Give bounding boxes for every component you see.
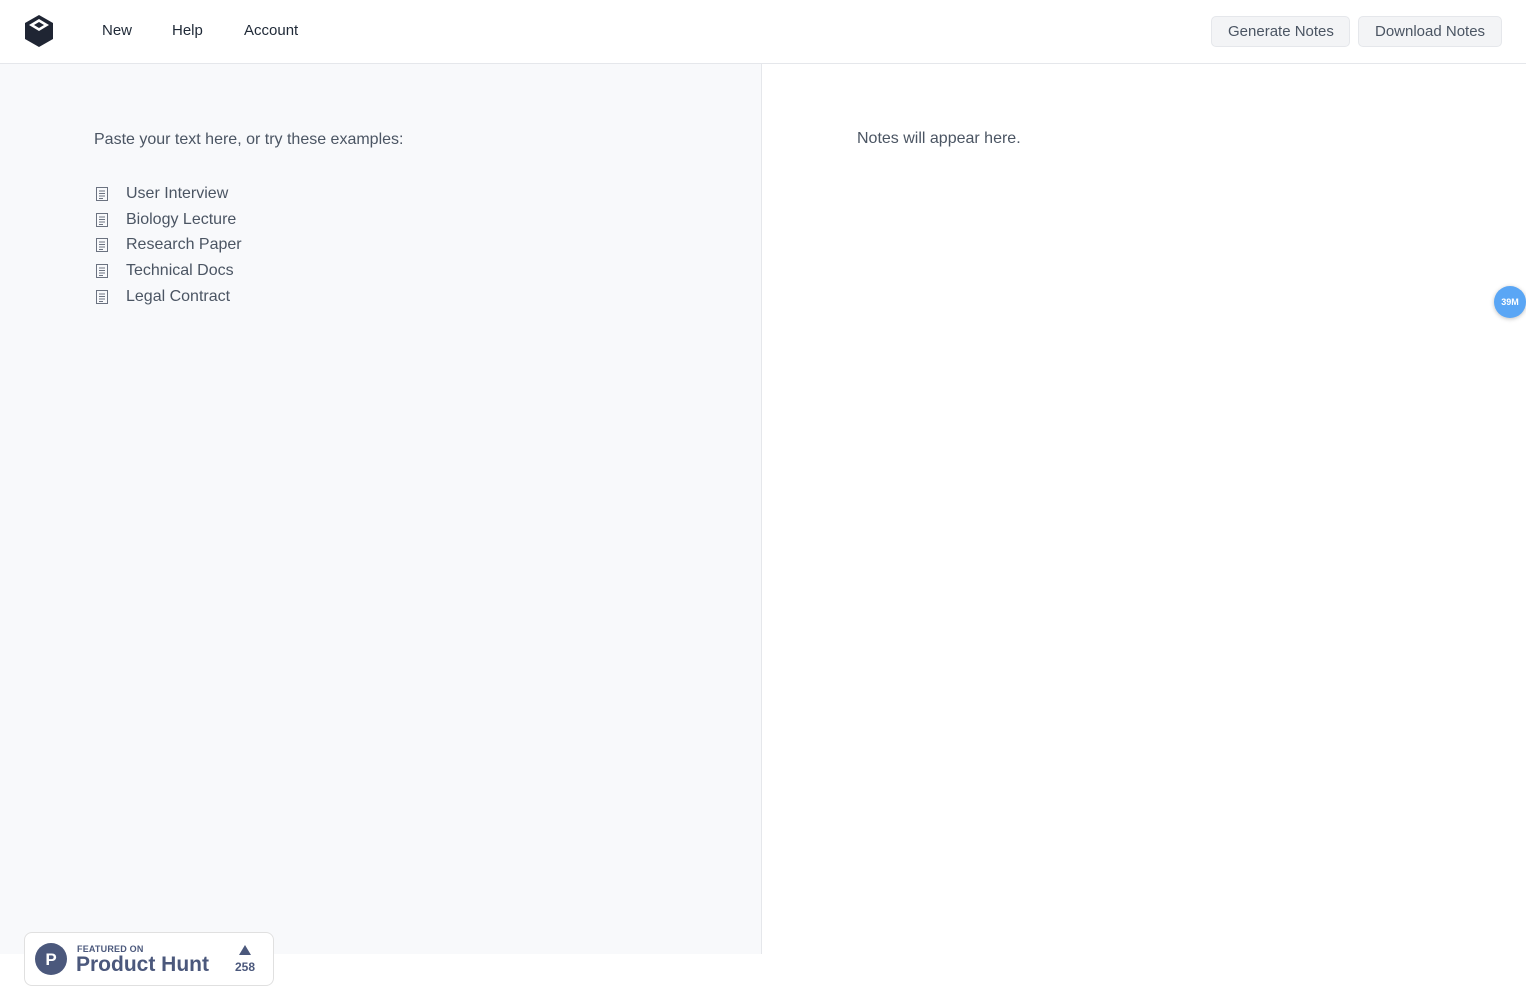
example-label: Biology Lecture: [126, 210, 237, 228]
download-notes-button[interactable]: Download Notes: [1358, 16, 1502, 47]
document-icon: [96, 238, 108, 253]
example-technical-docs[interactable]: Technical Docs: [94, 258, 242, 284]
document-icon: [96, 212, 108, 227]
example-label: Legal Contract: [126, 288, 231, 306]
document-icon: [96, 290, 108, 305]
nav-new[interactable]: New: [102, 22, 132, 39]
top-bar: New Help Account Generate Notes Download…: [0, 0, 1526, 64]
generate-notes-button[interactable]: Generate Notes: [1211, 16, 1350, 47]
product-hunt-vote-count: 258: [234, 960, 256, 974]
example-label: Research Paper: [126, 236, 242, 254]
example-research-paper[interactable]: Research Paper: [94, 233, 242, 259]
notes-pane: Notes will appear here.: [763, 64, 1526, 954]
input-pane[interactable]: Paste your text here, or try these examp…: [0, 64, 762, 986]
floating-counter-badge[interactable]: 39M: [1494, 286, 1526, 318]
example-legal-contract[interactable]: Legal Contract: [94, 284, 242, 310]
example-label: User Interview: [126, 184, 229, 202]
document-icon: [96, 264, 108, 279]
example-list: User Interview Biology Lecture Research …: [94, 181, 242, 310]
product-hunt-badge[interactable]: P FEATURED ON Product Hunt 258: [24, 932, 274, 986]
example-label: Technical Docs: [126, 262, 234, 280]
box-logo-icon[interactable]: [23, 14, 55, 48]
product-hunt-name: Product Hunt: [76, 953, 209, 976]
notes-placeholder: Notes will appear here.: [857, 130, 1021, 147]
document-icon: [96, 186, 108, 201]
product-hunt-logo-icon: P: [35, 943, 67, 975]
example-user-interview[interactable]: User Interview: [94, 181, 242, 207]
input-prompt: Paste your text here, or try these examp…: [94, 131, 404, 148]
svg-text:P: P: [45, 950, 56, 969]
example-biology-lecture[interactable]: Biology Lecture: [94, 207, 242, 233]
nav-help[interactable]: Help: [172, 22, 203, 39]
nav-account[interactable]: Account: [244, 22, 298, 39]
